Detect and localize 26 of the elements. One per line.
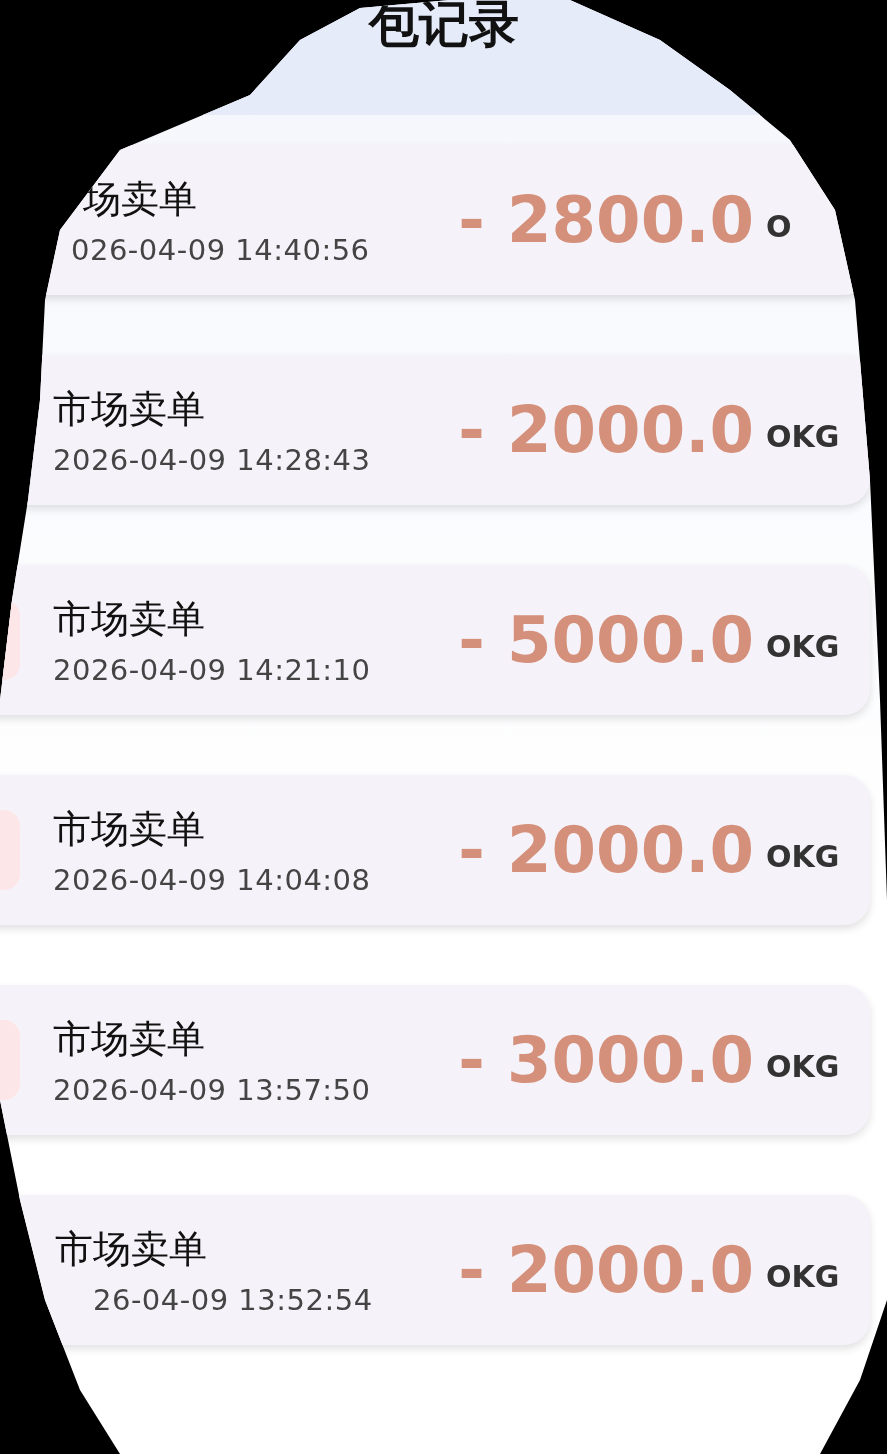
record-card[interactable]: 市场卖单 2026-04-09 13:57:50 - 3000.0 OKG xyxy=(0,985,870,1135)
record-time: 2026-04-09 13:57:50 xyxy=(53,1072,372,1107)
record-unit: OKG xyxy=(766,1258,840,1294)
record-unit: OKG xyxy=(766,838,840,874)
record-amount: - 2000.0 xyxy=(458,393,754,467)
record-time: 2026-04-09 14:21:10 xyxy=(53,652,372,687)
record-title: 市场卖单 xyxy=(53,385,206,433)
record-unit: OKG xyxy=(766,418,840,454)
record-unit: OKG xyxy=(766,628,840,664)
record-time: 2026-04-09 14:04:08 xyxy=(53,862,372,897)
record-time: 026-04-09 14:40:56 xyxy=(70,232,371,267)
record-amount: - 5000.0 xyxy=(458,603,754,677)
record-card[interactable]: 市场卖单 2026-04-09 14:21:10 - 5000.0 OKG xyxy=(0,565,870,715)
record-title: 市场卖单 xyxy=(54,1225,208,1273)
record-unit: O xyxy=(766,208,793,244)
record-amount: - 2000.0 xyxy=(458,813,754,887)
record-card[interactable]: 市场卖单 2026-04-09 14:04:08 - 2000.0 OKG xyxy=(0,775,870,925)
record-amount: - 2000.0 xyxy=(458,1233,754,1307)
record-title: 市场卖单 xyxy=(53,1015,206,1063)
record-unit: OKG xyxy=(766,1048,840,1084)
record-amount: - 3000.0 xyxy=(458,1023,754,1097)
record-time: 2026-04-09 14:28:43 xyxy=(53,442,372,477)
record-title: 市场卖单 xyxy=(53,595,206,643)
record-amount: - 2800.0 xyxy=(458,183,754,257)
record-title: 市场卖单 xyxy=(53,805,206,853)
record-time: 26-04-09 13:52:54 xyxy=(92,1282,374,1317)
